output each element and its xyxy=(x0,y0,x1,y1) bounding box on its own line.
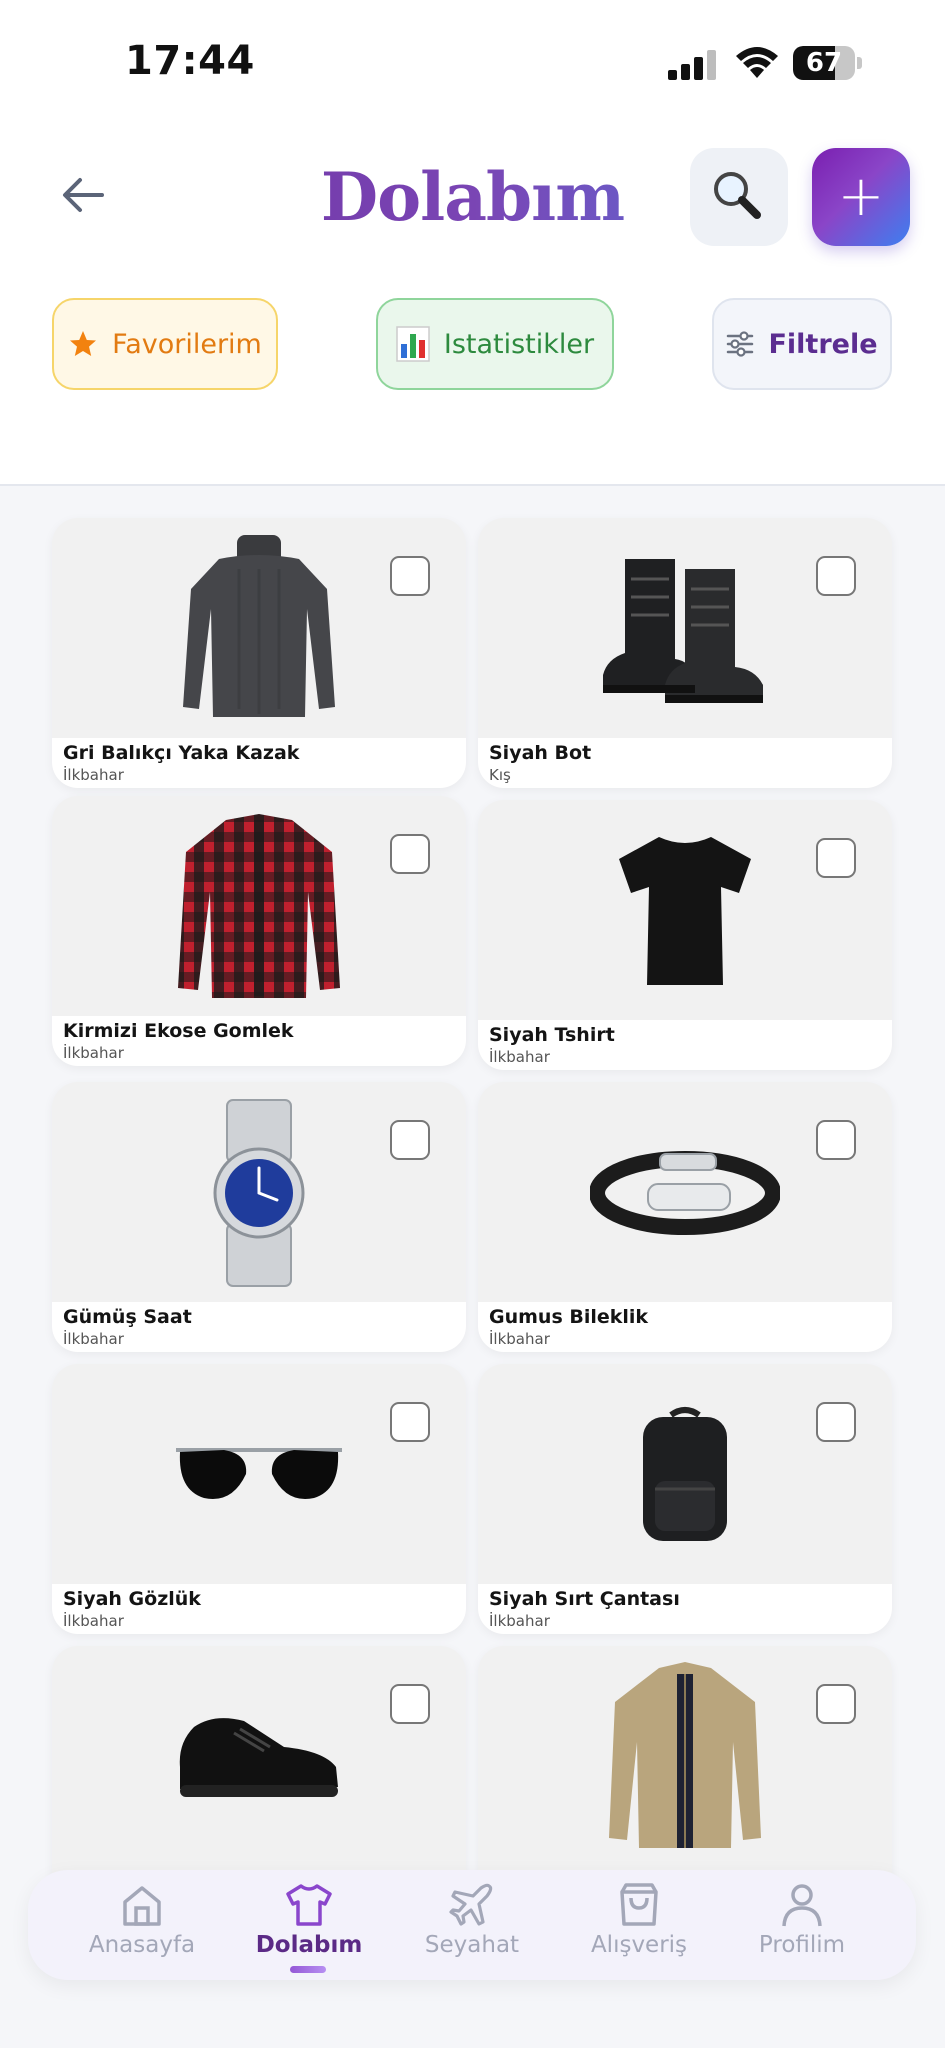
shirt-icon xyxy=(286,1884,332,1926)
nav-item-wardrobe[interactable]: Dolabım xyxy=(220,1870,398,1980)
select-checkbox[interactable] xyxy=(816,838,856,878)
filter-sliders-icon xyxy=(727,331,754,357)
airplane-icon xyxy=(449,1883,493,1926)
search-button[interactable] xyxy=(690,148,788,246)
item-name: Siyah Tshirt xyxy=(489,1024,615,1046)
backpack-image xyxy=(478,1364,892,1586)
nav-label: Dolabım xyxy=(255,1932,363,1958)
nav-label: Anasayfa xyxy=(88,1932,196,1958)
item-name: Kirmizi Ekose Gomlek xyxy=(63,1020,294,1042)
star-icon xyxy=(70,331,97,356)
item-season: İlkbahar xyxy=(63,766,124,784)
item-name: Siyah Sırt Çantası xyxy=(489,1588,680,1610)
select-checkbox[interactable] xyxy=(390,834,430,874)
battery-icon: 67 xyxy=(793,46,863,82)
wardrobe-card[interactable]: Siyah Sırt Çantası İlkbahar xyxy=(478,1364,892,1634)
select-checkbox[interactable] xyxy=(816,1402,856,1442)
home-icon xyxy=(123,1886,161,1926)
plus-icon: + xyxy=(837,164,885,229)
item-season: İlkbahar xyxy=(63,1330,124,1348)
item-name: Siyah Gözlük xyxy=(63,1588,201,1610)
plaid-shirt-image xyxy=(52,796,466,1018)
wifi-icon xyxy=(736,47,778,78)
bottom-navigation: Anasayfa Dolabım Seyahat Alışveriş Profi… xyxy=(28,1870,916,1980)
wardrobe-card[interactable]: Kirmizi Ekose Gomlek İlkbahar xyxy=(52,796,466,1066)
select-checkbox[interactable] xyxy=(390,1684,430,1724)
filter-chip[interactable]: Filtrele xyxy=(712,298,892,390)
nav-label: Alışveriş xyxy=(590,1932,688,1958)
status-bar: 17:44 67 xyxy=(0,0,945,120)
nav-item-travel[interactable]: Seyahat xyxy=(383,1870,561,1980)
item-season: Kış xyxy=(489,766,511,784)
item-name: Siyah Bot xyxy=(489,742,592,764)
page-title: Dolabım xyxy=(0,158,945,236)
nav-item-home[interactable]: Anasayfa xyxy=(53,1870,231,1980)
bracelet-image xyxy=(478,1082,892,1304)
wardrobe-card[interactable]: Gümüş Saat İlkbahar xyxy=(52,1082,466,1352)
black-boots-image xyxy=(478,518,892,740)
item-season: İlkbahar xyxy=(489,1048,550,1066)
select-checkbox[interactable] xyxy=(816,1684,856,1724)
select-checkbox[interactable] xyxy=(390,1120,430,1160)
filter-label: Filtrele xyxy=(768,328,878,360)
nav-item-profile[interactable]: Profilim xyxy=(713,1870,891,1980)
item-name: Gümüş Saat xyxy=(63,1306,192,1328)
select-checkbox[interactable] xyxy=(390,1402,430,1442)
battery-level: 67 xyxy=(805,48,843,78)
item-name: Gumus Bileklik xyxy=(489,1306,649,1328)
wardrobe-card[interactable]: Gumus Bileklik İlkbahar xyxy=(478,1082,892,1352)
item-name: Gri Balıkçı Yaka Kazak xyxy=(63,742,300,764)
bar-chart-icon xyxy=(396,326,430,362)
item-season: İlkbahar xyxy=(489,1330,550,1348)
sunglasses-image xyxy=(52,1364,466,1586)
select-checkbox[interactable] xyxy=(816,556,856,596)
black-tshirt-image xyxy=(478,800,892,1022)
wardrobe-card[interactable]: Siyah Bot Kış xyxy=(478,518,892,788)
profile-icon xyxy=(782,1884,822,1927)
cellular-signal-icon xyxy=(668,50,716,80)
stats-label: Istatistikler xyxy=(443,328,595,360)
wardrobe-card[interactable]: Gri Balıkçı Yaka Kazak İlkbahar xyxy=(52,518,466,788)
khaki-jacket-image xyxy=(478,1646,892,1868)
add-item-button[interactable]: + xyxy=(812,148,910,246)
shopping-bag-icon xyxy=(620,1883,658,1926)
nav-label: Profilim xyxy=(758,1932,846,1958)
item-season: İlkbahar xyxy=(63,1612,124,1630)
wardrobe-card[interactable]: Siyah Gözlük İlkbahar xyxy=(52,1364,466,1634)
silver-watch-image xyxy=(52,1082,466,1304)
item-season: İlkbahar xyxy=(489,1612,550,1630)
active-indicator xyxy=(290,1966,326,1973)
item-season: İlkbahar xyxy=(63,1044,124,1062)
favorites-label: Favorilerim xyxy=(112,328,262,360)
wardrobe-card[interactable]: Siyah Tshirt İlkbahar xyxy=(478,800,892,1070)
turtleneck-sweater-image xyxy=(52,518,466,740)
black-sneaker-image xyxy=(52,1646,466,1868)
favorites-chip[interactable]: Favorilerim xyxy=(52,298,278,390)
select-checkbox[interactable] xyxy=(816,1120,856,1160)
status-time: 17:44 xyxy=(125,38,255,84)
select-checkbox[interactable] xyxy=(390,556,430,596)
magnifier-icon xyxy=(714,172,761,219)
nav-label: Seyahat xyxy=(424,1932,520,1958)
stats-chip[interactable]: Istatistikler xyxy=(376,298,614,390)
nav-item-shopping[interactable]: Alışveriş xyxy=(550,1870,728,1980)
